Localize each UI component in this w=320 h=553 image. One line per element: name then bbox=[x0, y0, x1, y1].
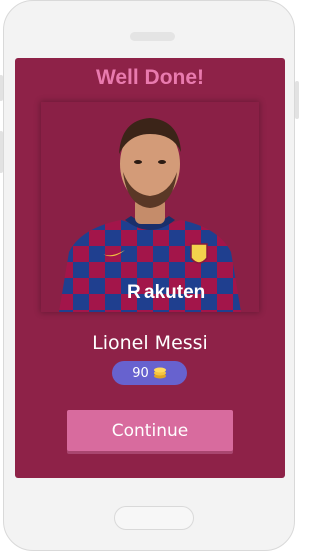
volume-down-button bbox=[0, 131, 3, 173]
power-button bbox=[295, 81, 299, 119]
player-portrait-image: R akuten bbox=[59, 118, 241, 312]
player-name: Lionel Messi bbox=[92, 332, 208, 354]
sponsor-logo-rest: akuten bbox=[144, 282, 205, 303]
sponsor-logo: R bbox=[127, 282, 141, 303]
coin-reward-badge: 90 bbox=[112, 361, 187, 385]
player-photo: R akuten bbox=[41, 102, 259, 312]
volume-up-button bbox=[0, 75, 3, 101]
page-title: Well Done! bbox=[95, 66, 205, 89]
coin-count: 90 bbox=[132, 365, 149, 381]
coin-stack-icon bbox=[153, 367, 166, 379]
continue-button[interactable]: Continue bbox=[67, 410, 233, 451]
speaker-grille bbox=[130, 32, 175, 41]
home-button[interactable] bbox=[114, 506, 194, 530]
result-screen: Well Done! R akuten Lionel Messi 90 Cont… bbox=[15, 58, 285, 478]
